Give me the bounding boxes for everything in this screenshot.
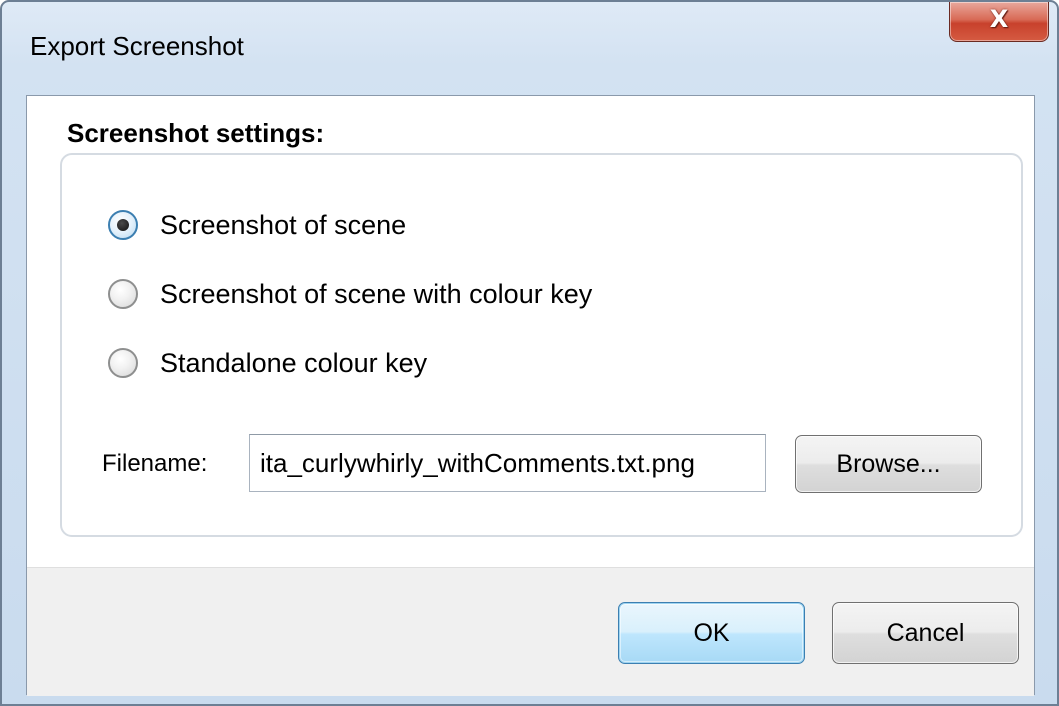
filename-input[interactable]: ita_curlywhirly_withComments.txt.png	[249, 434, 766, 492]
option-standalone-colour-key[interactable]: Standalone colour key	[108, 345, 427, 381]
option-screenshot-with-colour-key[interactable]: Screenshot of scene with colour key	[108, 276, 592, 312]
cancel-button[interactable]: Cancel	[832, 602, 1019, 664]
window-title: Export Screenshot	[30, 31, 244, 61]
dialog-footer: OK Cancel	[27, 567, 1034, 696]
screenshot-settings-heading: Screenshot settings:	[67, 118, 325, 148]
filename-value: ita_curlywhirly_withComments.txt.png	[260, 448, 695, 478]
close-button[interactable]: X	[949, 2, 1049, 42]
dialog-body: Screenshot settings: Screenshot of scene…	[26, 95, 1035, 696]
screenshot-settings-group: Screenshot of scene Screenshot of scene …	[60, 153, 1023, 537]
radio-dot	[117, 219, 129, 231]
radio-unchecked-icon[interactable]	[108, 348, 138, 378]
title-bar[interactable]: Export Screenshot X	[2, 2, 1057, 82]
option-label: Screenshot of scene	[160, 209, 407, 240]
option-label: Standalone colour key	[160, 347, 428, 378]
close-icon: X	[989, 5, 1009, 33]
browse-button[interactable]: Browse...	[795, 435, 982, 493]
export-screenshot-dialog: Export Screenshot X Screenshot settings:…	[0, 0, 1059, 706]
filename-label: Filename:	[102, 450, 208, 477]
option-label: Screenshot of scene with colour key	[160, 278, 593, 309]
radio-unchecked-icon[interactable]	[108, 279, 138, 309]
ok-button[interactable]: OK	[618, 602, 805, 664]
radio-checked-icon[interactable]	[108, 210, 138, 240]
option-screenshot-of-scene[interactable]: Screenshot of scene	[108, 207, 406, 243]
